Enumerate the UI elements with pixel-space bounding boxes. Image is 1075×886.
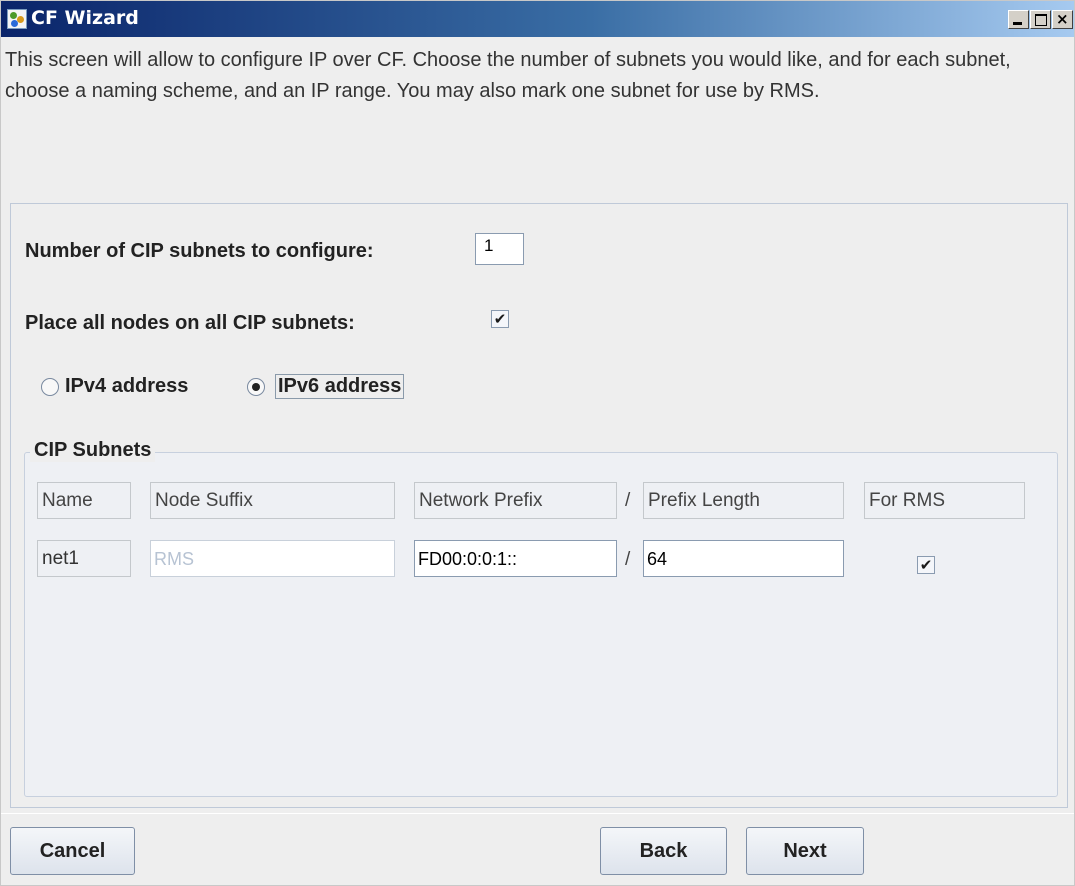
config-panel: Number of CIP subnets to configure: 1 Pl… [10,203,1068,808]
column-header-node-suffix: Node Suffix [150,482,395,519]
prefix-length-input[interactable]: 64 [643,540,844,577]
network-prefix-input[interactable]: FD00:0:0:1:: [414,540,617,577]
place-all-nodes-label: Place all nodes on all CIP subnets: [25,312,355,334]
footer-separator [1,813,1074,814]
column-header-name: Name [37,482,131,519]
subnet-count-label: Number of CIP subnets to configure: [25,240,374,262]
ipv4-radio-label[interactable]: IPv4 address [65,375,188,398]
close-icon: × [1056,10,1069,28]
intro-text: This screen will allow to configure IP o… [5,49,1011,102]
subnet-name-cell: net1 [37,540,131,577]
subnet-count-input[interactable]: 1 [475,233,524,265]
ipv6-radio[interactable] [247,378,265,396]
check-icon: ✔ [919,556,933,574]
for-rms-checkbox[interactable]: ✔ [917,556,935,574]
place-all-nodes-checkbox[interactable]: ✔ [491,310,509,328]
cf-wizard-window: CF Wizard × This screen will allow to co… [0,0,1075,886]
header-slash: / [625,490,631,511]
radio-selected-dot [252,383,260,391]
cip-subnets-title: CIP Subnets [30,439,156,462]
back-button[interactable]: Back [600,827,727,875]
column-header-network-prefix: Network Prefix [414,482,617,519]
ipv4-radio[interactable] [41,378,59,396]
column-header-prefix-length: Prefix Length [643,482,844,519]
ipv6-radio-label[interactable]: IPv6 address [275,374,405,399]
next-button[interactable]: Next [746,827,864,875]
app-icon [7,9,27,29]
title-bar[interactable]: CF Wizard × [1,1,1074,37]
window-title: CF Wizard [31,7,139,29]
cancel-button[interactable]: Cancel [10,827,135,875]
column-header-for-rms: For RMS [864,482,1025,519]
minimize-button[interactable] [1008,10,1029,29]
check-icon: ✔ [493,310,507,328]
maximize-button[interactable] [1030,10,1051,29]
node-suffix-input[interactable]: RMS [150,540,395,577]
minimize-icon [1013,22,1022,25]
row-slash: / [625,549,631,570]
maximize-icon [1035,14,1047,26]
close-button[interactable]: × [1052,10,1073,29]
